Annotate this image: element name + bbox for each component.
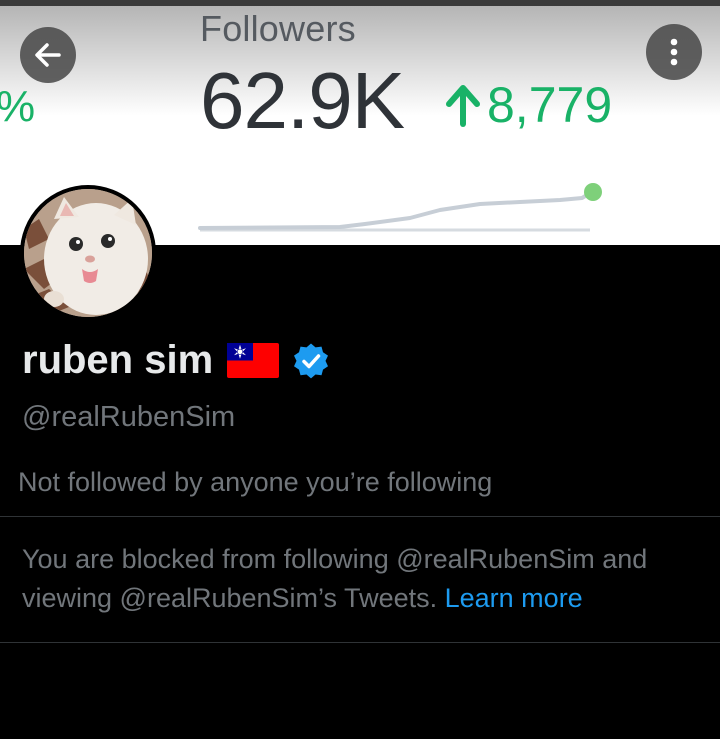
divider <box>0 642 720 643</box>
taiwan-flag-icon <box>227 343 280 378</box>
arrow-left-icon <box>35 43 61 67</box>
partial-percent-text: % <box>0 82 35 132</box>
arrow-up-icon <box>446 85 480 127</box>
followers-stat-value: 62.9K <box>200 56 405 145</box>
followers-stat-delta: 8,779 <box>443 76 612 134</box>
learn-more-link[interactable]: Learn more <box>445 583 583 613</box>
profile-handle: @realRubenSim <box>22 401 236 433</box>
divider <box>0 516 720 517</box>
sparkline-chart <box>198 183 602 232</box>
verified-badge-icon[interactable] <box>293 342 329 379</box>
avatar[interactable] <box>20 185 156 321</box>
avatar-cat-image <box>24 189 152 317</box>
sparkline-end-dot <box>584 183 602 201</box>
back-button[interactable] <box>20 27 76 83</box>
more-options-button[interactable] <box>646 24 702 80</box>
display-name: ruben sim <box>22 338 214 382</box>
vertical-dots-icon <box>670 38 678 66</box>
profile-name-row: ruben sim <box>22 338 329 383</box>
followers-delta-value: 8,779 <box>487 77 613 133</box>
followers-stat-label: Followers <box>200 8 356 49</box>
blocked-message: You are blocked from following @realRube… <box>22 540 702 618</box>
followers-you-know-note: Not followed by anyone you’re following <box>18 467 493 497</box>
